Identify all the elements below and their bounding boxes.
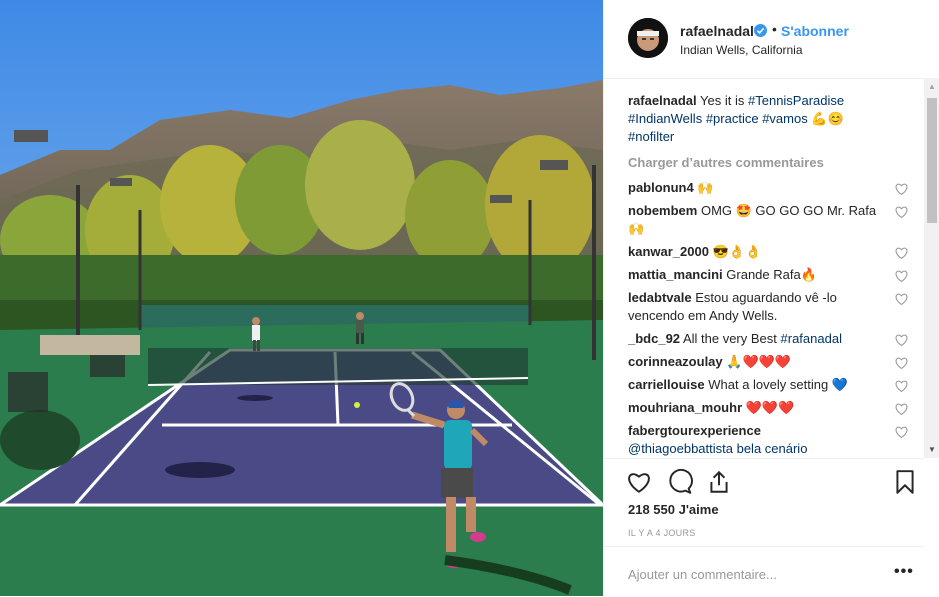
- post-timestamp: IL Y A 4 JOURS: [628, 528, 696, 538]
- comment-text: All the very Best: [682, 331, 777, 346]
- scroll-up-arrow-icon[interactable]: ▲: [928, 82, 936, 91]
- caption-text: Yes it is: [700, 93, 745, 108]
- comment-like-icon[interactable]: [895, 182, 908, 196]
- comment-text: 🙌: [697, 180, 714, 195]
- comment-username[interactable]: nobembem: [628, 203, 697, 218]
- avatar[interactable]: [628, 18, 668, 58]
- comment-item: kanwar_2000 😎👌👌: [628, 243, 918, 261]
- comment-text: 🙏❤️❤️❤️: [726, 354, 792, 369]
- comments-scrollbar[interactable]: ▲ ▼: [924, 78, 939, 458]
- location-link[interactable]: Indian Wells, California: [680, 43, 803, 57]
- comment-username[interactable]: mattia_mancini: [628, 267, 723, 282]
- hashtag-link[interactable]: #nofilter: [628, 129, 674, 144]
- comment-icon[interactable]: [667, 468, 693, 495]
- caption: rafaelnadal Yes it is #TennisParadise #I…: [628, 92, 918, 146]
- load-more-comments-button[interactable]: Charger d’autres commentaires: [628, 154, 918, 172]
- hashtag-link[interactable]: #TennisParadise: [748, 93, 844, 108]
- bookmark-icon[interactable]: [892, 469, 918, 495]
- comment-text: 😎👌👌: [712, 244, 762, 259]
- comment-username[interactable]: _bdc_92: [628, 331, 680, 346]
- comment-text: @thiagoebbattista bela cenário: [628, 441, 808, 456]
- comment-username[interactable]: pablonun4: [628, 180, 694, 195]
- comment-username[interactable]: corinneazoulay: [628, 354, 723, 369]
- comment-text: What a lovely setting 💙: [708, 377, 848, 392]
- comment-item: _bdc_92 All the very Best #rafanadal: [628, 330, 918, 348]
- comment-item: carriellouise What a lovely setting 💙: [628, 376, 918, 394]
- hashtag-link[interactable]: #practice: [706, 111, 759, 126]
- hashtag-link[interactable]: #IndianWells: [628, 111, 702, 126]
- post-actions: [604, 458, 924, 507]
- comment-username[interactable]: fabergtourexperience: [628, 423, 761, 438]
- comment-username[interactable]: mouhriana_mouhr: [628, 400, 742, 415]
- comment-item: pablonun4 🙌: [628, 179, 918, 197]
- scroll-down-arrow-icon[interactable]: ▼: [928, 445, 936, 454]
- share-icon[interactable]: [706, 469, 732, 495]
- comment-like-icon[interactable]: [895, 356, 908, 370]
- likes-count[interactable]: 218 550 J'aime: [628, 502, 719, 517]
- follow-button[interactable]: S'abonner: [781, 23, 849, 39]
- comment-like-icon[interactable]: [895, 379, 908, 393]
- comment-like-icon[interactable]: [895, 269, 908, 283]
- caption-emoji: 💪😊: [811, 111, 844, 126]
- post-photo[interactable]: [0, 0, 603, 596]
- comment-item: mouhriana_mouhr ❤️❤️❤️: [628, 399, 918, 417]
- comment-like-icon[interactable]: [895, 402, 908, 416]
- comment-like-icon[interactable]: [895, 425, 908, 439]
- comment-item: ledabtvale Estou aguardando vê -lo vence…: [628, 289, 918, 325]
- header-separator: •: [772, 21, 777, 37]
- hashtag-link[interactable]: #rafanadal: [781, 331, 842, 346]
- add-comment-bar: •••: [604, 546, 924, 597]
- header-username[interactable]: rafaelnadal: [680, 23, 754, 39]
- add-comment-input[interactable]: [628, 567, 868, 582]
- comment-like-icon[interactable]: [895, 333, 908, 347]
- comment-item: nobembem OMG 🤩 GO GO GO Mr. Rafa 🙌: [628, 202, 918, 238]
- comment-text: ❤️❤️❤️: [745, 400, 795, 415]
- comment-item: mattia_mancini Grande Rafa🔥: [628, 266, 918, 284]
- comments-list: rafaelnadal Yes it is #TennisParadise #I…: [628, 92, 918, 460]
- post-header: rafaelnadal • S'abonner Indian Wells, Ca…: [604, 0, 924, 79]
- verified-badge-icon: [754, 24, 767, 37]
- caption-username[interactable]: rafaelnadal: [628, 93, 697, 108]
- comment-username[interactable]: ledabtvale: [628, 290, 692, 305]
- comment-like-icon[interactable]: [895, 205, 908, 219]
- post-side-panel: rafaelnadal • S'abonner Indian Wells, Ca…: [603, 0, 939, 596]
- comment-text: Grande Rafa🔥: [726, 267, 817, 282]
- comment-username[interactable]: carriellouise: [628, 377, 705, 392]
- more-options-icon[interactable]: •••: [894, 563, 914, 581]
- comment-item: corinneazoulay 🙏❤️❤️❤️: [628, 353, 918, 371]
- comment-item: fabergtourexperience @thiagoebbattista b…: [628, 422, 918, 458]
- comment-username[interactable]: kanwar_2000: [628, 244, 709, 259]
- comment-like-icon[interactable]: [895, 246, 908, 260]
- heart-icon[interactable]: [626, 469, 652, 495]
- hashtag-link[interactable]: #vamos: [762, 111, 808, 126]
- comment-like-icon[interactable]: [895, 292, 908, 306]
- scrollbar-thumb[interactable]: [927, 98, 937, 223]
